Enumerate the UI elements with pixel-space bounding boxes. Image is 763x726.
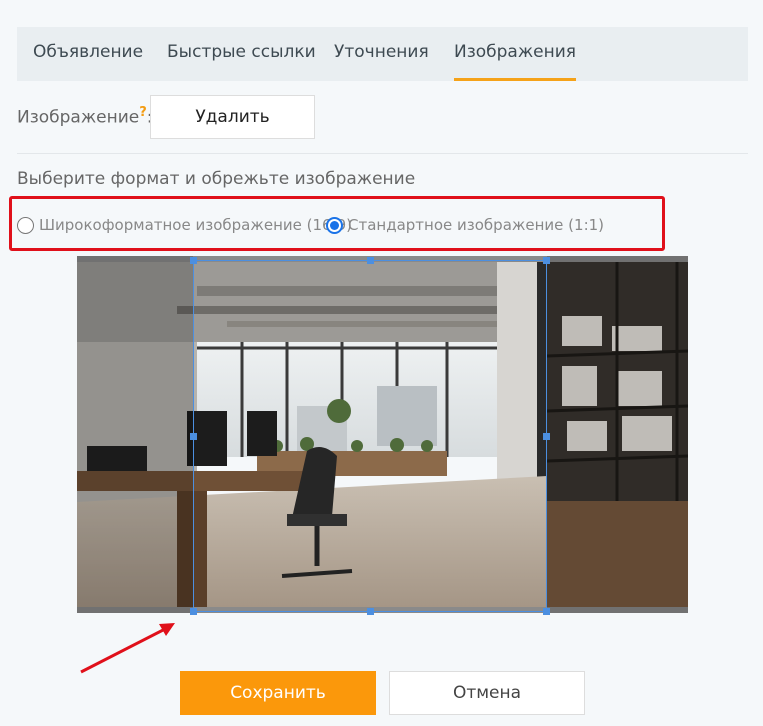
radio-widescreen[interactable]: Широкоформатное изображение (16:9) <box>17 215 352 235</box>
tab-ad[interactable]: Объявление <box>33 27 143 81</box>
cancel-button[interactable]: Отмена <box>389 671 585 715</box>
radio-widescreen-label: Широкоформатное изображение (16:9) <box>39 216 353 234</box>
radio-standard[interactable]: Стандартное изображение (1:1) <box>326 215 604 235</box>
delete-button[interactable]: Удалить <box>150 95 315 139</box>
save-button[interactable]: Сохранить <box>180 671 376 715</box>
tab-images[interactable]: Изображения <box>454 27 577 81</box>
radio-standard-circle[interactable] <box>326 216 343 234</box>
annotation-arrow-icon <box>80 623 175 674</box>
tab-quick-links[interactable]: Быстрые ссылки <box>167 27 316 81</box>
crop-frame[interactable] <box>190 257 550 615</box>
image-label-text: Изображение <box>17 107 140 128</box>
tab-bar: Объявление Быстрые ссылки Уточнения Изоб… <box>17 27 748 81</box>
crop-handle-right[interactable] <box>543 433 550 440</box>
crop-handle-bottom[interactable] <box>367 608 374 615</box>
radio-widescreen-circle[interactable] <box>17 216 34 234</box>
crop-handle-top[interactable] <box>367 257 374 264</box>
crop-handle-top-left[interactable] <box>190 257 197 264</box>
crop-handle-left[interactable] <box>190 433 197 440</box>
format-title: Выберите формат и обрежьте изображение <box>17 169 416 189</box>
crop-handle-bottom-right[interactable] <box>543 608 550 615</box>
crop-handle-bottom-left[interactable] <box>190 608 197 615</box>
crop-handle-top-right[interactable] <box>543 257 550 264</box>
tab-refinements[interactable]: Уточнения <box>334 27 429 81</box>
divider <box>17 153 748 154</box>
radio-standard-label: Стандартное изображение (1:1) <box>348 216 605 234</box>
image-label: Изображение?: <box>17 105 153 128</box>
help-icon[interactable]: ? <box>139 105 147 120</box>
